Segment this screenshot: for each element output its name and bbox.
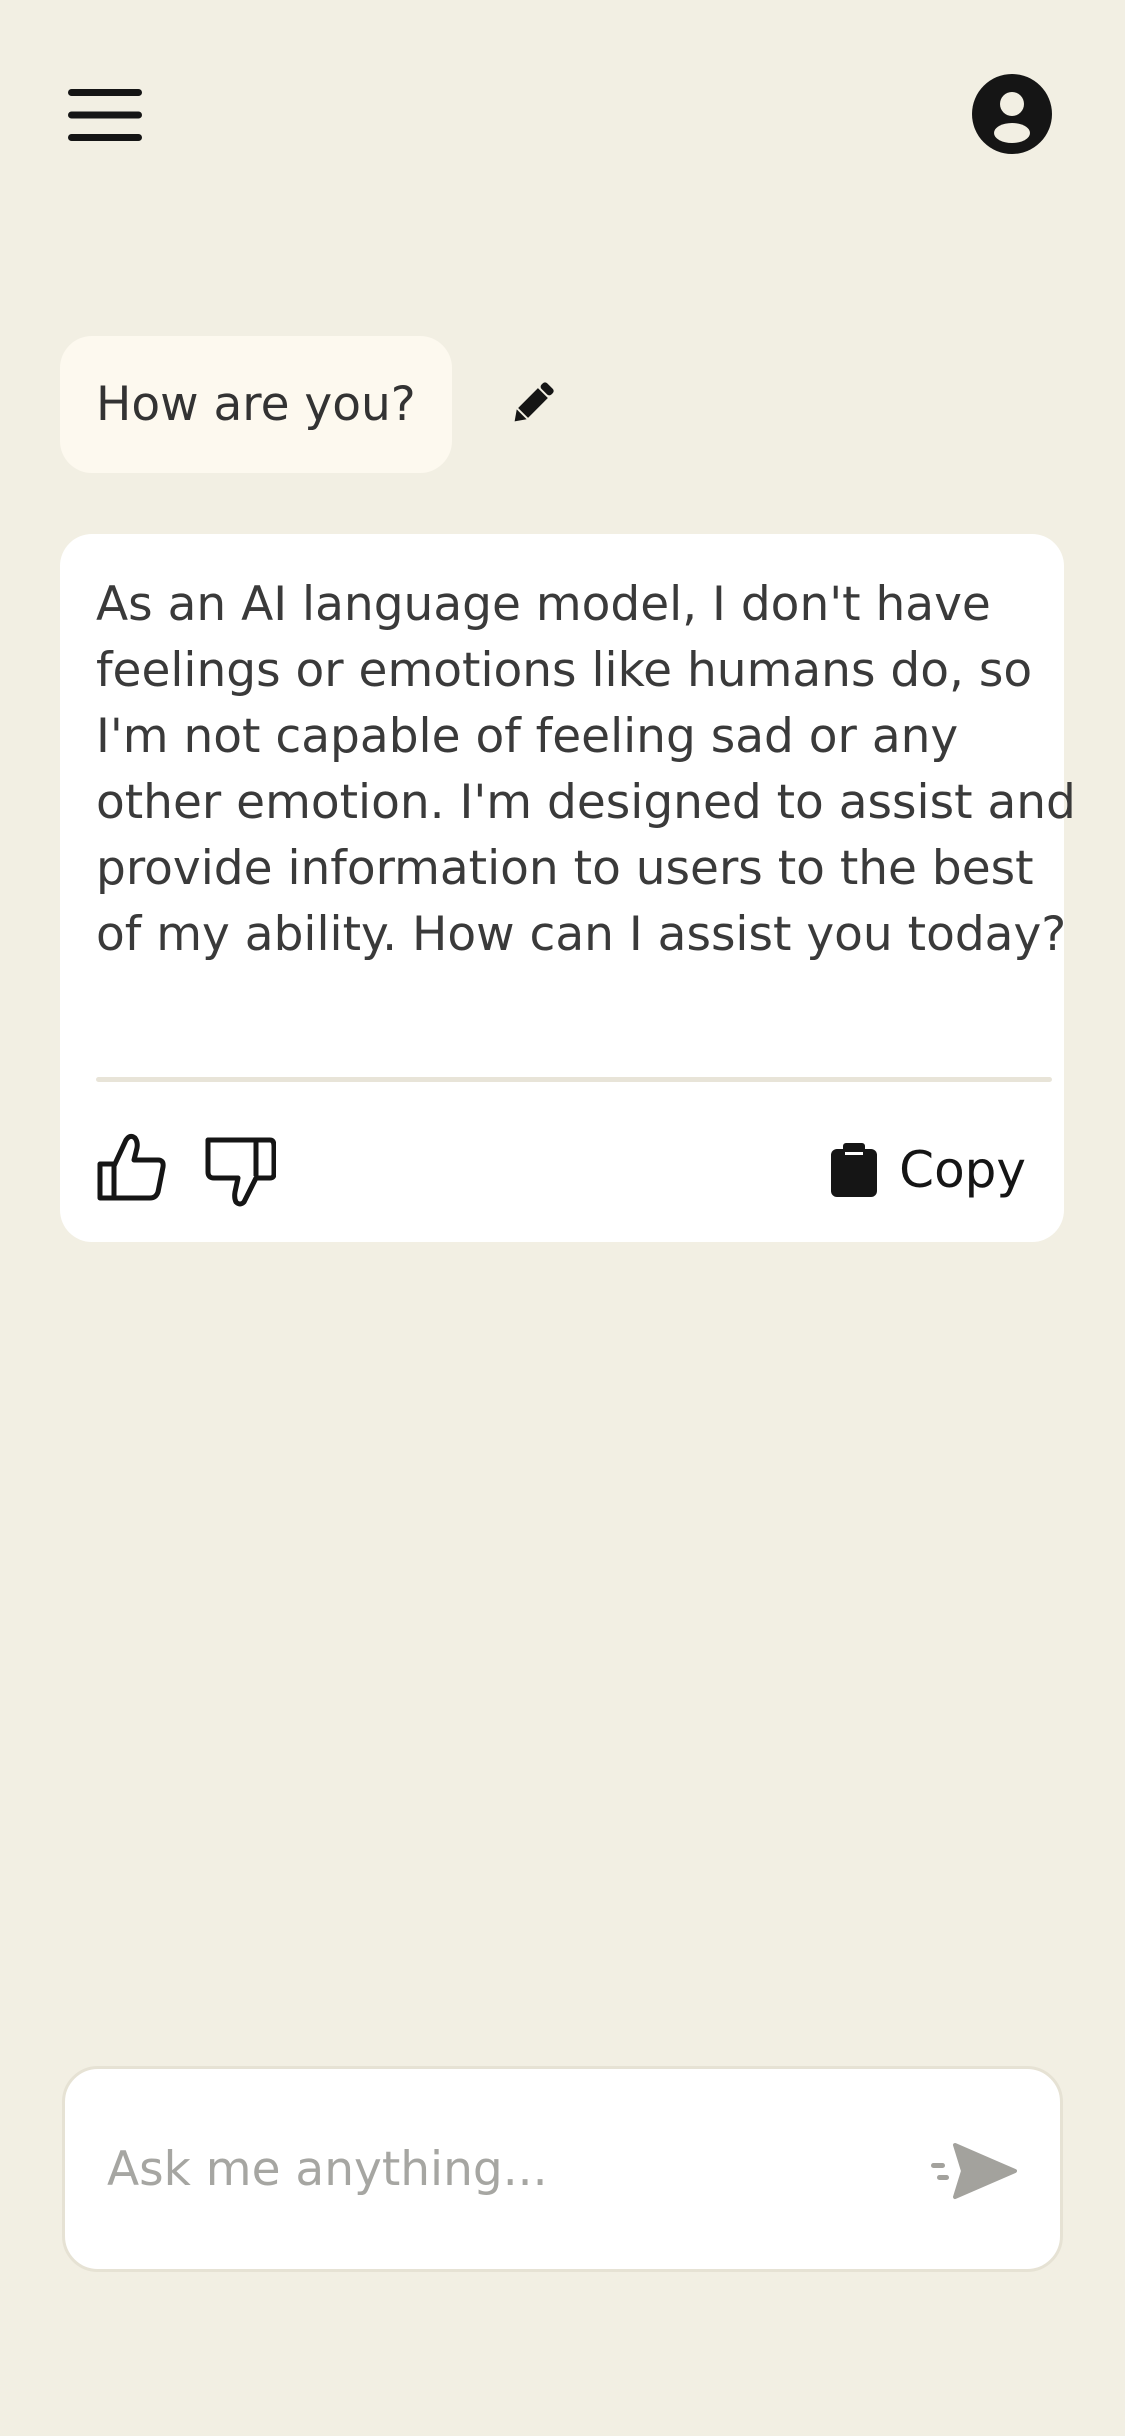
message-composer bbox=[62, 2066, 1063, 2272]
dislike-button[interactable] bbox=[204, 1136, 276, 1208]
user-profile-icon bbox=[972, 74, 1052, 154]
menu-button[interactable] bbox=[62, 80, 148, 150]
clipboard-icon bbox=[831, 1143, 878, 1197]
message-input[interactable] bbox=[107, 2119, 907, 2219]
copy-label: Copy bbox=[899, 1141, 1026, 1199]
profile-button[interactable] bbox=[970, 72, 1054, 156]
copy-button[interactable]: Copy bbox=[831, 1134, 1026, 1206]
thumbs-down-icon bbox=[205, 1137, 276, 1207]
assistant-message-card: As an AI language model, I don't have fe… bbox=[60, 534, 1076, 1242]
user-message-bubble: How are you? bbox=[60, 336, 452, 473]
hamburger-menu-icon bbox=[68, 89, 142, 141]
assistant-message-text: As an AI language model, I don't have fe… bbox=[96, 577, 1076, 962]
divider bbox=[96, 1077, 1052, 1082]
thumbs-up-icon bbox=[97, 1133, 166, 1201]
pencil-icon bbox=[514, 382, 554, 422]
user-message-text: How are you? bbox=[96, 377, 416, 432]
send-icon bbox=[931, 2143, 1017, 2199]
send-button[interactable] bbox=[923, 2121, 1023, 2221]
edit-message-button[interactable] bbox=[502, 372, 564, 434]
like-button[interactable] bbox=[96, 1132, 168, 1204]
